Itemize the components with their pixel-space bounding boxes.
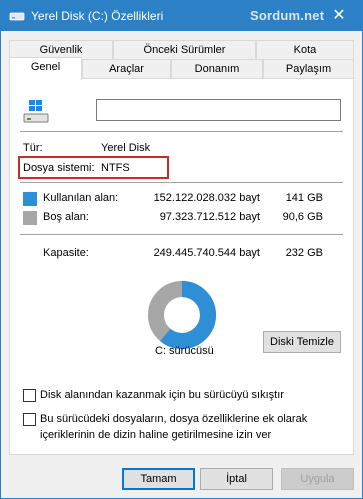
disk-cleanup-label: Diski Temizle bbox=[270, 336, 334, 348]
watermark-logo: Sordum.net bbox=[250, 8, 325, 23]
drive-icon bbox=[9, 9, 25, 23]
capacity-bytes: 249.445.740.544 bayt bbox=[153, 247, 260, 259]
tab-label: Paylaşım bbox=[285, 63, 332, 75]
compress-checkbox[interactable] bbox=[23, 389, 36, 402]
tab-label: Kota bbox=[293, 44, 317, 56]
type-label: Tür: bbox=[23, 142, 43, 154]
ok-button[interactable]: Tamam bbox=[122, 468, 195, 490]
close-button[interactable]: ✕ bbox=[316, 1, 362, 31]
cancel-button[interactable]: İptal bbox=[200, 468, 273, 490]
separator bbox=[20, 182, 343, 183]
apply-button[interactable]: Uygula bbox=[281, 468, 354, 490]
tab-label: Donanım bbox=[194, 63, 240, 75]
window-title: Yerel Disk (C:) Özellikleri bbox=[31, 9, 164, 23]
index-label-line2: içeriklerinin de dizin haline getirilmes… bbox=[40, 429, 272, 441]
free-space-swatch bbox=[23, 211, 37, 225]
tab-label: Önceki Sürümler bbox=[143, 44, 226, 56]
cancel-label: İptal bbox=[226, 473, 247, 485]
capacity-gb: 232 GB bbox=[285, 247, 323, 259]
used-space-label: Kullanılan alan: bbox=[43, 192, 119, 204]
used-space-gb: 141 GB bbox=[285, 192, 323, 204]
free-space-bytes: 97.323.712.512 bayt bbox=[159, 211, 260, 223]
free-space-gb: 90,6 GB bbox=[282, 211, 323, 223]
separator bbox=[20, 131, 343, 132]
tab-label: Genel bbox=[30, 61, 61, 73]
general-tab-panel: Tür: Yerel Disk Dosya sistemi: NTFS Kull… bbox=[9, 78, 354, 455]
tab-label: Güvenlik bbox=[39, 44, 83, 56]
windows-drive-icon bbox=[23, 100, 53, 129]
free-space-label: Boş alan: bbox=[43, 211, 89, 223]
apply-label: Uygula bbox=[300, 473, 335, 485]
tab-araclar[interactable]: Araçlar bbox=[82, 59, 171, 79]
properties-window: Yerel Disk (C:) Özellikleri Sordum.net ✕… bbox=[0, 0, 363, 499]
type-value: Yerel Disk bbox=[101, 142, 151, 154]
capacity-label: Kapasite: bbox=[43, 247, 89, 259]
disk-cleanup-button[interactable]: Diski Temizle bbox=[263, 331, 341, 353]
tab-paylasim[interactable]: Paylaşım bbox=[263, 59, 354, 79]
tab-kota[interactable]: Kota bbox=[256, 40, 354, 60]
drive-letter-label: C: sürücüsü bbox=[155, 345, 214, 357]
ok-label: Tamam bbox=[140, 473, 177, 485]
filesystem-value: NTFS bbox=[101, 162, 130, 174]
tab-label: Araçlar bbox=[109, 63, 144, 75]
used-space-swatch bbox=[23, 192, 37, 206]
used-space-bytes: 152.122.028.032 bayt bbox=[153, 192, 260, 204]
title-bar[interactable]: Yerel Disk (C:) Özellikleri Sordum.net ✕ bbox=[1, 1, 362, 31]
index-checkbox[interactable] bbox=[23, 413, 36, 426]
tab-donanim[interactable]: Donanım bbox=[171, 59, 263, 79]
usage-ring-chart bbox=[148, 281, 216, 349]
index-label-line1: Bu sürücüdeki dosyaların, dosya özellikl… bbox=[40, 413, 308, 425]
tab-genel[interactable]: Genel bbox=[9, 57, 82, 80]
compress-label: Disk alanından kazanmak için bu sürücüyü… bbox=[40, 389, 284, 401]
filesystem-label: Dosya sistemi: bbox=[23, 162, 95, 174]
tab-onceki-surumler[interactable]: Önceki Sürümler bbox=[113, 40, 256, 60]
drive-name-input[interactable] bbox=[96, 99, 341, 121]
separator bbox=[20, 234, 343, 235]
